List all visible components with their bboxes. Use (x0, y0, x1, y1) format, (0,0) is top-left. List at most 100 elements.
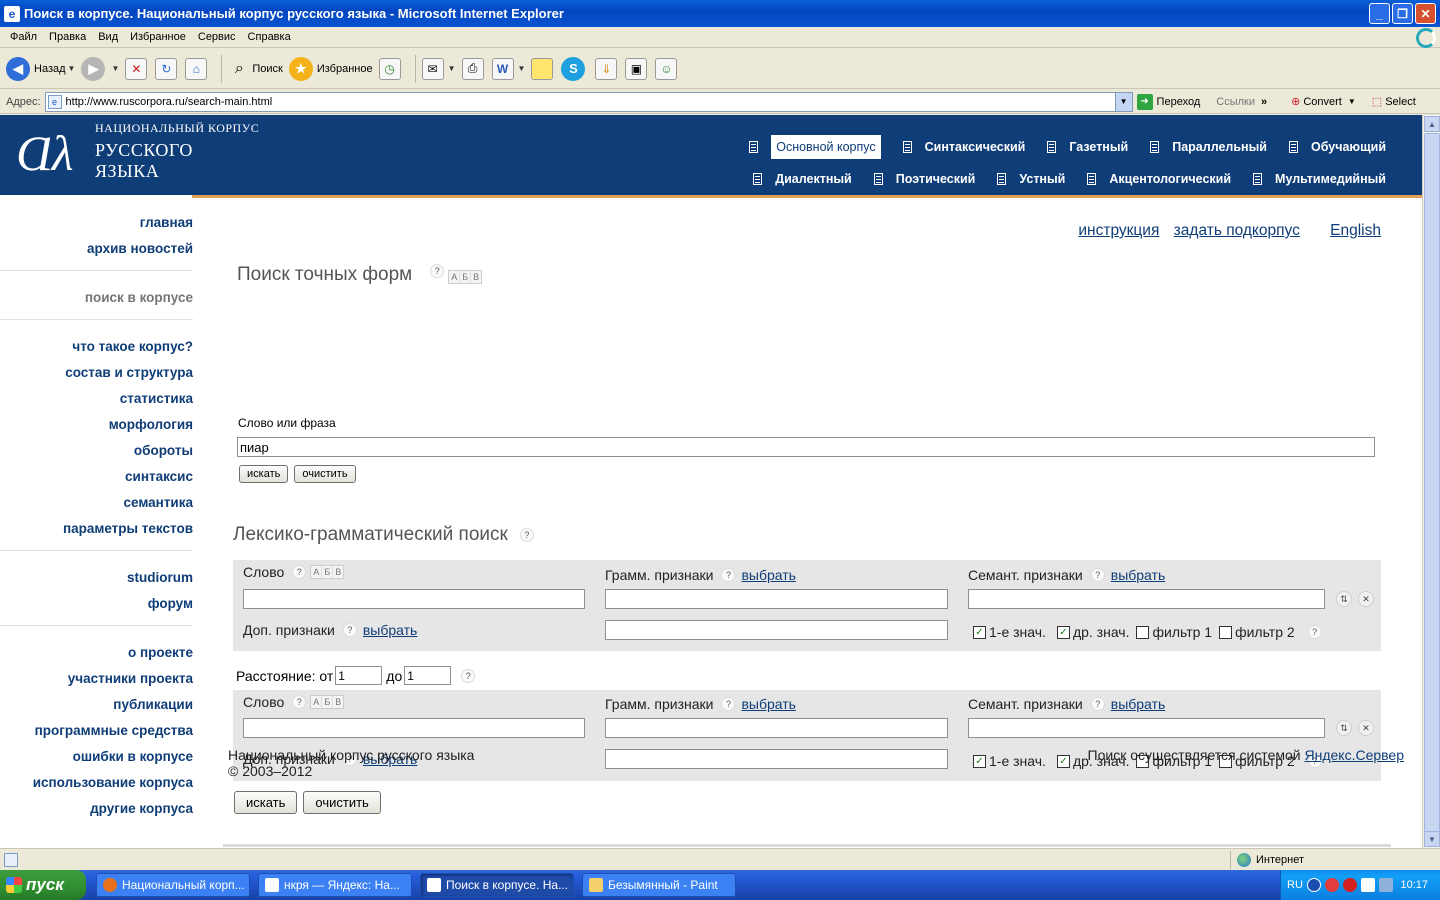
sidebar-item-errors[interactable]: ошибки в корпусе (0, 744, 193, 770)
mail-button[interactable]: ✉ ▼ (421, 57, 456, 80)
distance-from-input[interactable]: 1 (335, 666, 383, 685)
help-icon[interactable]: ? (292, 695, 307, 709)
help-icon[interactable]: ? (519, 528, 534, 542)
close-button[interactable]: ✕ (1415, 3, 1436, 24)
corpus-syntax[interactable]: Синтаксический (902, 140, 1025, 154)
tray-app-icon[interactable] (1324, 878, 1339, 892)
history-button[interactable]: ◷ (378, 57, 403, 80)
menu-help[interactable]: Справка (248, 31, 291, 43)
sidebar-item-phrases[interactable]: обороты (0, 438, 193, 464)
sem-choose-link[interactable]: выбрать (1111, 696, 1166, 712)
sidebar-item-software[interactable]: программные средства (0, 718, 193, 744)
keyboard-icon[interactable]: АБВ (310, 565, 345, 579)
sidebar-item-news-archive[interactable]: архив новостей (0, 236, 193, 262)
sidebar-item-about[interactable]: о проекте (0, 640, 193, 666)
help-icon[interactable]: ? (430, 264, 445, 278)
corpus-spoken[interactable]: Устный (997, 172, 1065, 186)
research-button[interactable]: ▣ (625, 57, 649, 80)
sem-choose-link[interactable]: выбрать (1111, 567, 1166, 583)
corpus-newspaper[interactable]: Газетный (1047, 140, 1128, 154)
sidebar-item-publications[interactable]: публикации (0, 692, 193, 718)
extra-input[interactable] (605, 620, 948, 640)
gram-choose-link[interactable]: выбрать (741, 696, 796, 712)
tray-network-icon[interactable] (1378, 878, 1393, 892)
yandex-server-link[interactable]: Яндекс.Сервер (1304, 747, 1404, 763)
contacts-button[interactable]: ☺ (655, 57, 679, 80)
sidebar-item-text-params[interactable]: параметры текстов (0, 516, 193, 542)
help-icon[interactable]: ? (1307, 625, 1322, 639)
gram-choose-link[interactable]: выбрать (741, 567, 796, 583)
help-icon[interactable]: ? (292, 565, 307, 579)
minimize-button[interactable]: _ (1369, 3, 1390, 24)
menu-tools[interactable]: Сервис (198, 31, 236, 43)
restore-button[interactable]: ❐ (1392, 3, 1413, 24)
extra-input[interactable] (605, 749, 948, 769)
scroll-up-icon[interactable]: ▲ (1424, 116, 1440, 132)
sidebar-item-syntax[interactable]: синтаксис (0, 464, 193, 490)
menu-view[interactable]: Вид (98, 31, 118, 43)
edit-button[interactable]: W ▼ (491, 57, 525, 80)
chevron-right-icon[interactable]: » (1261, 96, 1267, 108)
reorder-icon[interactable]: ⇅ (1336, 720, 1352, 736)
corpus-parallel[interactable]: Параллельный (1150, 140, 1267, 154)
filter1-checkbox[interactable]: фильтр 1 (1136, 624, 1212, 640)
gram-input[interactable] (605, 589, 948, 609)
sidebar-item-usage[interactable]: использование корпуса (0, 770, 193, 796)
task-ie-yandex[interactable]: нкря — Яндекс: На... (258, 873, 412, 897)
english-link[interactable]: English (1330, 222, 1381, 239)
tray-flag-icon[interactable] (1360, 878, 1375, 892)
home-button[interactable]: ⌂ (185, 57, 209, 80)
filter2-checkbox[interactable]: фильтр 2 (1219, 624, 1295, 640)
help-icon[interactable]: ? (1090, 697, 1105, 711)
sidebar-item-home[interactable]: главная (0, 210, 193, 236)
favorites-button[interactable]: ★ Избранное (288, 56, 373, 81)
word-input[interactable] (243, 589, 585, 609)
corpus-dialect[interactable]: Диалектный (753, 172, 852, 186)
help-icon[interactable]: ? (461, 668, 476, 683)
tray-security-icon[interactable] (1342, 878, 1357, 892)
word-input[interactable] (243, 718, 585, 738)
menu-edit[interactable]: Правка (49, 31, 86, 43)
sidebar-item-studiorum[interactable]: studiorum (0, 565, 193, 591)
sidebar-item-structure[interactable]: состав и структура (0, 360, 193, 386)
sidebar-item-morphology[interactable]: морфология (0, 412, 193, 438)
sidebar-item-other-corpora[interactable]: другие корпуса (0, 796, 193, 822)
sidebar-item-semantics[interactable]: семантика (0, 490, 193, 516)
help-icon[interactable]: ? (721, 697, 736, 711)
select-button[interactable]: ⬚ Select (1372, 95, 1416, 109)
sem-input[interactable] (968, 718, 1325, 738)
discuss-button[interactable] (531, 57, 555, 80)
address-dropdown-icon[interactable]: ▼ (1114, 92, 1132, 111)
sem-input[interactable] (968, 589, 1325, 609)
window-title-bar[interactable]: e Поиск в корпусе. Национальный корпус р… (0, 0, 1440, 27)
corpus-poetic[interactable]: Поэтический (873, 172, 975, 186)
corpus-multimedia[interactable]: Мультимедийный (1253, 172, 1386, 186)
go-button[interactable]: ➜ Переход (1136, 93, 1200, 110)
instruction-link[interactable]: инструкция (1078, 222, 1159, 239)
remove-row-icon[interactable]: ✕ (1358, 720, 1374, 736)
help-icon[interactable]: ? (1090, 568, 1105, 582)
first-meaning-checkbox[interactable]: ✓ 1-е знач. (973, 624, 1046, 640)
task-firefox[interactable]: Национальный корп... (96, 873, 250, 897)
corpus-main[interactable]: Основной корпус (749, 135, 881, 159)
task-ie-ruscorpora[interactable]: Поиск в корпусе. На... (420, 873, 574, 897)
reorder-icon[interactable]: ⇅ (1336, 591, 1352, 607)
first-meaning-checkbox[interactable]: ✓ 1-е знач. (973, 753, 1046, 769)
sidebar-item-participants[interactable]: участники проекта (0, 666, 193, 692)
search-button[interactable]: ⌕ Поиск (228, 58, 283, 80)
site-logo-text[interactable]: НАЦИОНАЛЬНЫЙ КОРПУС РУССКОГО ЯЗЫКА (95, 121, 259, 182)
exact-search-button[interactable]: искать (239, 465, 289, 483)
sidebar-item-what-is-corpus[interactable]: что такое корпус? (0, 334, 193, 360)
language-indicator[interactable]: RU (1287, 879, 1303, 891)
back-button[interactable]: ◀ Назад ▼ (6, 56, 75, 81)
refresh-button[interactable]: ↻ (155, 57, 179, 80)
keyboard-icon[interactable]: АБВ (448, 270, 483, 284)
convert-button[interactable]: ⊕ Convert ▼ (1291, 95, 1356, 109)
sidebar-item-forum[interactable]: форум (0, 591, 193, 617)
stop-button[interactable]: ✕ (125, 57, 149, 80)
corpus-accent[interactable]: Акцентологический (1087, 172, 1231, 186)
address-input[interactable]: e http://www.ruscorpora.ru/search-main.h… (44, 91, 1133, 112)
keyboard-icon[interactable]: АБВ (310, 695, 345, 709)
sidebar-item-statistics[interactable]: статистика (0, 386, 193, 412)
security-zone[interactable]: Интернет (1230, 851, 1304, 869)
